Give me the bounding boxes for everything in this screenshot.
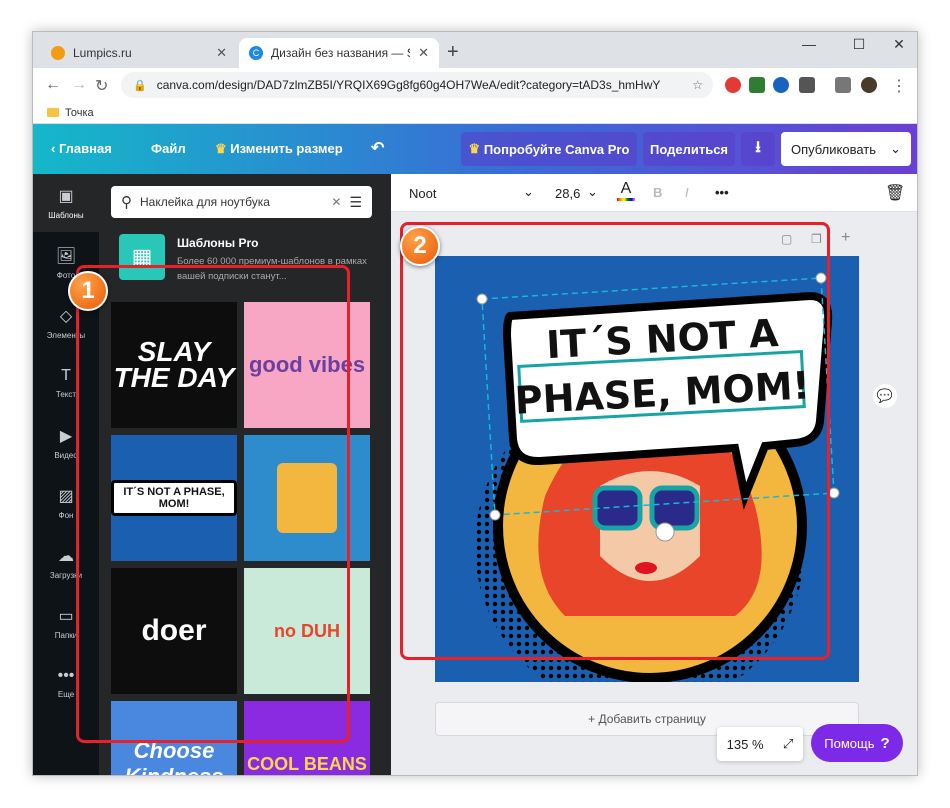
- pro-title: Шаблоны Pro: [177, 236, 259, 250]
- try-pro-button[interactable]: ♛ Попробуйте Canva Pro: [461, 132, 637, 166]
- highlight-frame-templates: [76, 265, 350, 743]
- home-label: Главная: [58, 141, 112, 156]
- help-label: Помощь: [824, 735, 875, 751]
- folder-icon: ▭: [58, 608, 74, 625]
- lock-icon: 🔒: [133, 79, 147, 92]
- extension-cube-icon[interactable]: [799, 77, 815, 93]
- home-link[interactable]: ‹ Главная: [51, 141, 112, 156]
- tab-title: Дизайн без названия — Square: [271, 46, 410, 60]
- zoom-control[interactable]: 135 % ⤢: [717, 727, 803, 761]
- address-bar-row: ← → ↻ 🔒 canva.com/design/DAD7zlmZB5I/YRQ…: [33, 68, 917, 102]
- fullscreen-icon[interactable]: ⤢: [783, 736, 793, 752]
- search-input[interactable]: ⚲ Наклейка для ноутбука ✕ ☰: [111, 186, 372, 218]
- resize-label: Изменить размер: [230, 141, 343, 156]
- elements-icon: ◇: [59, 308, 73, 325]
- media-icon[interactable]: [835, 77, 851, 93]
- star-icon[interactable]: ☆: [692, 78, 703, 92]
- canva-header: ‹ Главная Файл ♛ Изменить размер ↶ ♛ Поп…: [33, 124, 917, 174]
- new-tab-icon[interactable]: +: [447, 41, 459, 64]
- sidebar-item-templates[interactable]: ▣ Шаблоны: [33, 174, 99, 232]
- bold-button[interactable]: B: [653, 185, 662, 200]
- maximize-icon[interactable]: ☐: [839, 36, 879, 53]
- forward-icon[interactable]: →: [71, 76, 87, 94]
- url-field[interactable]: 🔒 canva.com/design/DAD7zlmZB5I/YRQIX69Gg…: [121, 72, 713, 98]
- back-icon[interactable]: ←: [45, 76, 61, 94]
- sidebar-item-label: Еще: [57, 690, 75, 699]
- canva-favicon-icon: C: [249, 46, 263, 60]
- comment-icon[interactable]: 💬: [873, 384, 897, 408]
- chevron-down-icon: ⌄: [890, 141, 901, 156]
- sidebar-item-label: Шаблоны: [48, 211, 84, 220]
- sidebar-item-label: Видео: [54, 451, 78, 460]
- download-icon[interactable]: ⭳: [741, 132, 775, 166]
- tab-lumpics[interactable]: Lumpics.ru ✕: [41, 38, 237, 68]
- sidebar-item-label: Фон: [58, 511, 74, 520]
- undo-icon[interactable]: ↶: [371, 138, 384, 158]
- step-marker-1: 1: [68, 271, 108, 311]
- close-icon[interactable]: ✕: [879, 36, 917, 53]
- font-select[interactable]: Noot: [409, 186, 436, 201]
- bookmarks-bar: Точка: [33, 102, 917, 124]
- resize-handle[interactable]: [828, 487, 840, 499]
- step-marker-2: 2: [400, 226, 440, 266]
- folder-icon: [47, 108, 59, 117]
- filter-icon[interactable]: ☰: [349, 194, 362, 211]
- tab-bar: Lumpics.ru ✕ C Дизайн без названия — Squ…: [33, 32, 917, 68]
- upload-icon: ☁: [58, 548, 74, 565]
- publish-button[interactable]: Опубликовать ⌄: [781, 132, 911, 166]
- share-button[interactable]: Поделиться: [643, 132, 735, 166]
- sidebar-item-label: Папки: [54, 631, 78, 640]
- url-text: canva.com/design/DAD7zlmZB5I/YRQIX69Gg8f…: [156, 78, 661, 92]
- extension-globe-icon[interactable]: [773, 77, 789, 93]
- close-tab-icon[interactable]: ✕: [216, 45, 227, 61]
- resize-button[interactable]: ♛ Изменить размер: [215, 141, 343, 157]
- text-color-icon[interactable]: A: [617, 180, 635, 201]
- italic-button[interactable]: I: [685, 185, 689, 200]
- chevron-down-icon[interactable]: ⌄: [523, 184, 534, 200]
- avatar[interactable]: [861, 77, 877, 93]
- tab-title: Lumpics.ru: [73, 46, 132, 60]
- try-pro-label: Попробуйте Canva Pro: [483, 141, 630, 157]
- highlight-frame-design: [400, 222, 830, 660]
- bookmark-item[interactable]: Точка: [65, 107, 94, 119]
- menu-icon[interactable]: ⋮: [891, 76, 907, 96]
- video-icon: ▶: [59, 428, 73, 445]
- lumpics-favicon-icon: [51, 46, 65, 60]
- template-text: COOL BEANS: [247, 753, 367, 774]
- chevron-down-icon[interactable]: ⌄: [587, 184, 598, 200]
- text-icon: T: [61, 367, 71, 384]
- sidebar-item-label: Текст: [55, 390, 77, 399]
- publish-label: Опубликовать: [791, 141, 877, 157]
- templates-icon: ▣: [58, 188, 74, 205]
- zoom-value: 135 %: [726, 736, 764, 752]
- background-icon: ▨: [58, 488, 74, 505]
- clear-icon[interactable]: ✕: [331, 195, 341, 209]
- question-icon: ?: [880, 734, 890, 752]
- more-options-icon[interactable]: •••: [715, 185, 729, 200]
- chevron-left-icon: ‹: [51, 141, 59, 156]
- crown-icon: ♛: [468, 141, 484, 156]
- add-icon[interactable]: +: [841, 229, 850, 247]
- editor-toolbar: Noot ⌄ 28,6 ⌄ A B I ••• 🗑: [391, 174, 917, 212]
- trash-icon[interactable]: 🗑: [885, 183, 905, 203]
- minimize-icon[interactable]: —: [789, 36, 829, 52]
- extension-icon[interactable]: [725, 77, 741, 93]
- photo-icon: 🖼: [55, 248, 77, 265]
- close-tab-icon[interactable]: ✕: [418, 45, 429, 61]
- extension-check-icon[interactable]: [749, 77, 765, 93]
- template-text: Choose Kindness: [124, 738, 223, 775]
- search-icon: ⚲: [121, 194, 132, 211]
- file-menu[interactable]: Файл: [151, 141, 186, 156]
- help-button[interactable]: Помощь?: [811, 724, 903, 762]
- more-icon: •••: [57, 667, 75, 684]
- tab-canva[interactable]: C Дизайн без названия — Square ✕: [239, 38, 439, 68]
- font-size-select[interactable]: 28,6: [555, 186, 580, 201]
- crown-icon: ♛: [215, 141, 231, 156]
- search-value: Наклейка для ноутбука: [140, 195, 270, 209]
- reload-icon[interactable]: ↻: [95, 76, 108, 96]
